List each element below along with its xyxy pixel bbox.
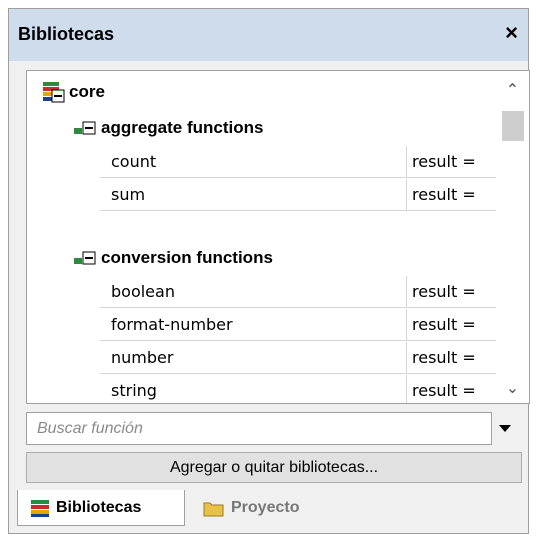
function-name: format-number (111, 315, 233, 334)
library-tree[interactable]: core aggregate functions count result = … (26, 70, 530, 404)
tab-bar: Bibliotecas Proyecto (9, 490, 528, 533)
add-remove-libraries-button[interactable]: Agregar o quitar bibliotecas... (26, 452, 522, 483)
folder-icon (203, 502, 224, 517)
function-result: result = (406, 146, 476, 177)
table-row[interactable]: boolean result = (100, 276, 496, 308)
tree-node-label: conversion functions (101, 248, 273, 267)
table-row[interactable]: number result = (100, 342, 496, 374)
function-name: boolean (111, 282, 175, 301)
table-row[interactable]: count result = (100, 146, 496, 178)
tab-label: Proyecto (231, 499, 300, 516)
panel-title: Bibliotecas (18, 24, 115, 44)
chevron-down-icon[interactable] (499, 425, 511, 432)
tree-node-aggregate-functions[interactable]: aggregate functions (73, 116, 263, 140)
vertical-scrollbar[interactable]: ⌃ ⌄ (496, 71, 529, 403)
tree-node-core[interactable]: core (41, 80, 105, 104)
library-icon (31, 499, 49, 517)
function-result: result = (406, 342, 476, 373)
tree-node-label: core (69, 82, 105, 101)
table-row[interactable]: sum result = (100, 179, 496, 211)
collapse-icon (74, 251, 96, 265)
function-result: result = (406, 276, 476, 307)
function-name: sum (111, 185, 146, 204)
scrollbar-thumb[interactable] (502, 111, 524, 141)
panel-titlebar: Bibliotecas × (9, 9, 528, 61)
function-result: result = (406, 179, 476, 210)
libraries-panel: Bibliotecas × core aggregate functions c… (8, 8, 530, 534)
close-icon[interactable]: × (505, 22, 518, 44)
function-name: count (111, 152, 157, 171)
function-name: string (111, 381, 157, 400)
tree-node-conversion-functions[interactable]: conversion functions (73, 246, 273, 270)
function-result: result = (406, 309, 476, 340)
table-row[interactable]: format-number result = (100, 309, 496, 341)
scroll-up-icon[interactable]: ⌃ (496, 79, 529, 103)
table-row[interactable]: string result = (100, 375, 496, 403)
search-input[interactable]: Buscar función (26, 412, 492, 445)
function-result: result = (406, 375, 476, 403)
tab-proyecto[interactable]: Proyecto (199, 490, 299, 526)
library-icon (43, 82, 65, 103)
scroll-down-icon[interactable]: ⌄ (496, 377, 529, 401)
collapse-icon (74, 121, 96, 135)
function-name: number (111, 348, 174, 367)
tab-bibliotecas[interactable]: Bibliotecas (17, 490, 185, 526)
tree-node-label: aggregate functions (101, 118, 264, 137)
tab-label: Bibliotecas (56, 498, 142, 516)
